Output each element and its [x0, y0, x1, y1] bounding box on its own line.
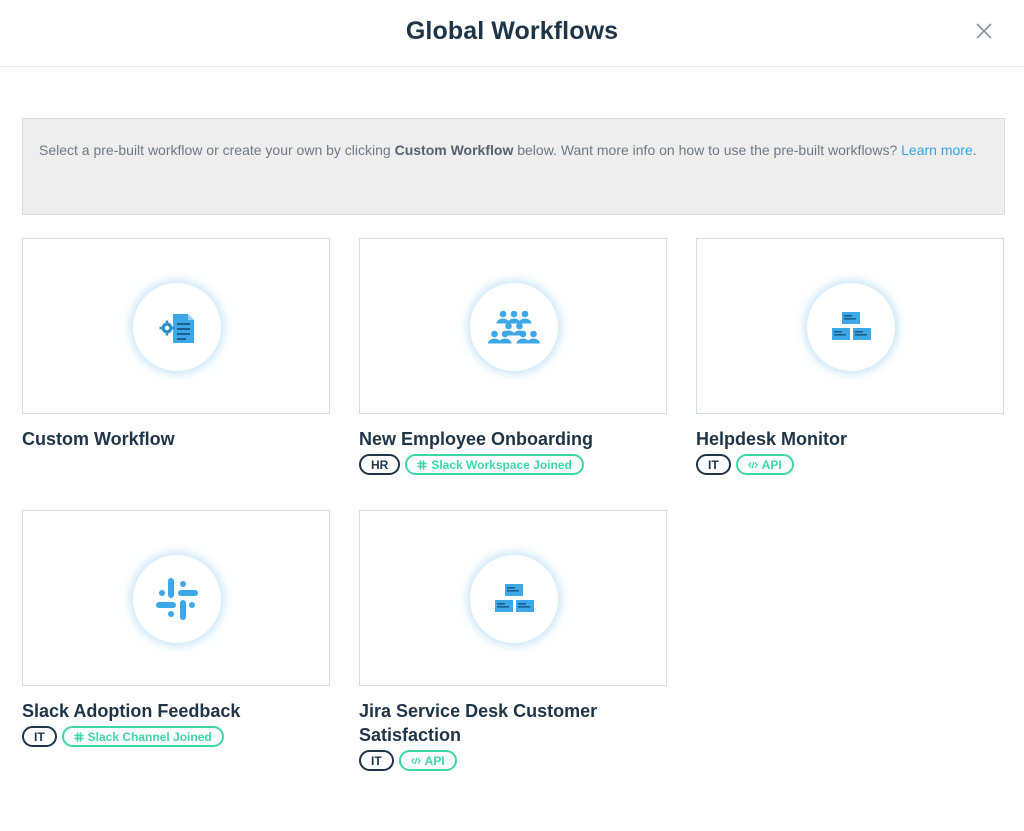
tag-list: HR Slack Workspace Joined [359, 454, 667, 475]
document-gear-icon [159, 314, 194, 343]
ticket-stack-icon [832, 312, 871, 340]
icon-circle [470, 555, 558, 643]
tag-list: IT API [359, 750, 667, 771]
category-tag: HR [359, 454, 401, 475]
card-title: Slack Adoption Feedback [22, 701, 241, 721]
info-banner: Select a pre-built workflow or create yo… [22, 118, 1005, 215]
banner-bold-text: Custom Workflow [394, 142, 514, 158]
tag-list: IT Slack Channel Joined [22, 726, 330, 747]
code-icon [410, 757, 421, 764]
trigger-tag-label: Slack Channel Joined [87, 729, 212, 744]
workflow-card-custom[interactable]: Custom Workflow [22, 238, 330, 451]
banner-period: . [972, 142, 977, 158]
people-hierarchy-icon [488, 310, 540, 344]
workflow-card-tile[interactable] [696, 238, 1004, 414]
icon-circle [133, 555, 221, 643]
workflow-card-jira-csat[interactable]: Jira Service Desk Customer Satisfaction … [359, 510, 667, 771]
banner-text: Select a pre-built workflow or create yo… [39, 142, 395, 158]
slack-icon [156, 578, 198, 620]
close-button[interactable] [970, 17, 998, 45]
card-title: Helpdesk Monitor [696, 429, 848, 449]
slack-icon [417, 459, 428, 470]
banner-text-after: below. Want more info on how to use the … [513, 142, 902, 158]
code-icon [747, 461, 758, 468]
trigger-tag: Slack Workspace Joined [405, 454, 584, 475]
icon-circle [133, 283, 221, 371]
card-title: New Employee Onboarding [359, 429, 594, 449]
trigger-tag: API [735, 454, 794, 475]
workflow-card-onboarding[interactable]: New Employee Onboarding HR Slack Workspa… [359, 238, 667, 475]
card-title: Jira Service Desk Customer Satisfaction [359, 701, 598, 745]
icon-circle [807, 283, 895, 371]
workflow-card-helpdesk[interactable]: Helpdesk Monitor IT API [696, 238, 1004, 475]
learn-more-link[interactable]: Learn more [901, 142, 973, 158]
trigger-tag-label: Slack Workspace Joined [431, 457, 572, 472]
slack-icon [73, 731, 84, 742]
workflow-card-tile[interactable] [359, 238, 667, 414]
tag-list: IT API [696, 454, 1004, 475]
workflow-card-tile[interactable] [359, 510, 667, 686]
trigger-tag: Slack Channel Joined [61, 726, 224, 747]
close-icon [976, 23, 992, 39]
page-title: Global Workflows [405, 17, 619, 45]
category-tag: IT [22, 726, 57, 747]
trigger-tag-label: API [761, 457, 782, 472]
icon-circle [470, 283, 558, 371]
modal-header: Global Workflows [0, 0, 1024, 67]
category-tag: IT [359, 750, 394, 771]
workflow-card-slack-adoption[interactable]: Slack Adoption Feedback IT Slack Channel… [22, 510, 330, 747]
workflow-card-tile[interactable] [22, 510, 330, 686]
card-title: Custom Workflow [22, 429, 175, 449]
ticket-stack-icon [495, 584, 534, 612]
workflow-card-tile[interactable] [22, 238, 330, 414]
trigger-tag: API [398, 750, 457, 771]
trigger-tag-label: API [424, 753, 445, 768]
category-tag: IT [696, 454, 731, 475]
